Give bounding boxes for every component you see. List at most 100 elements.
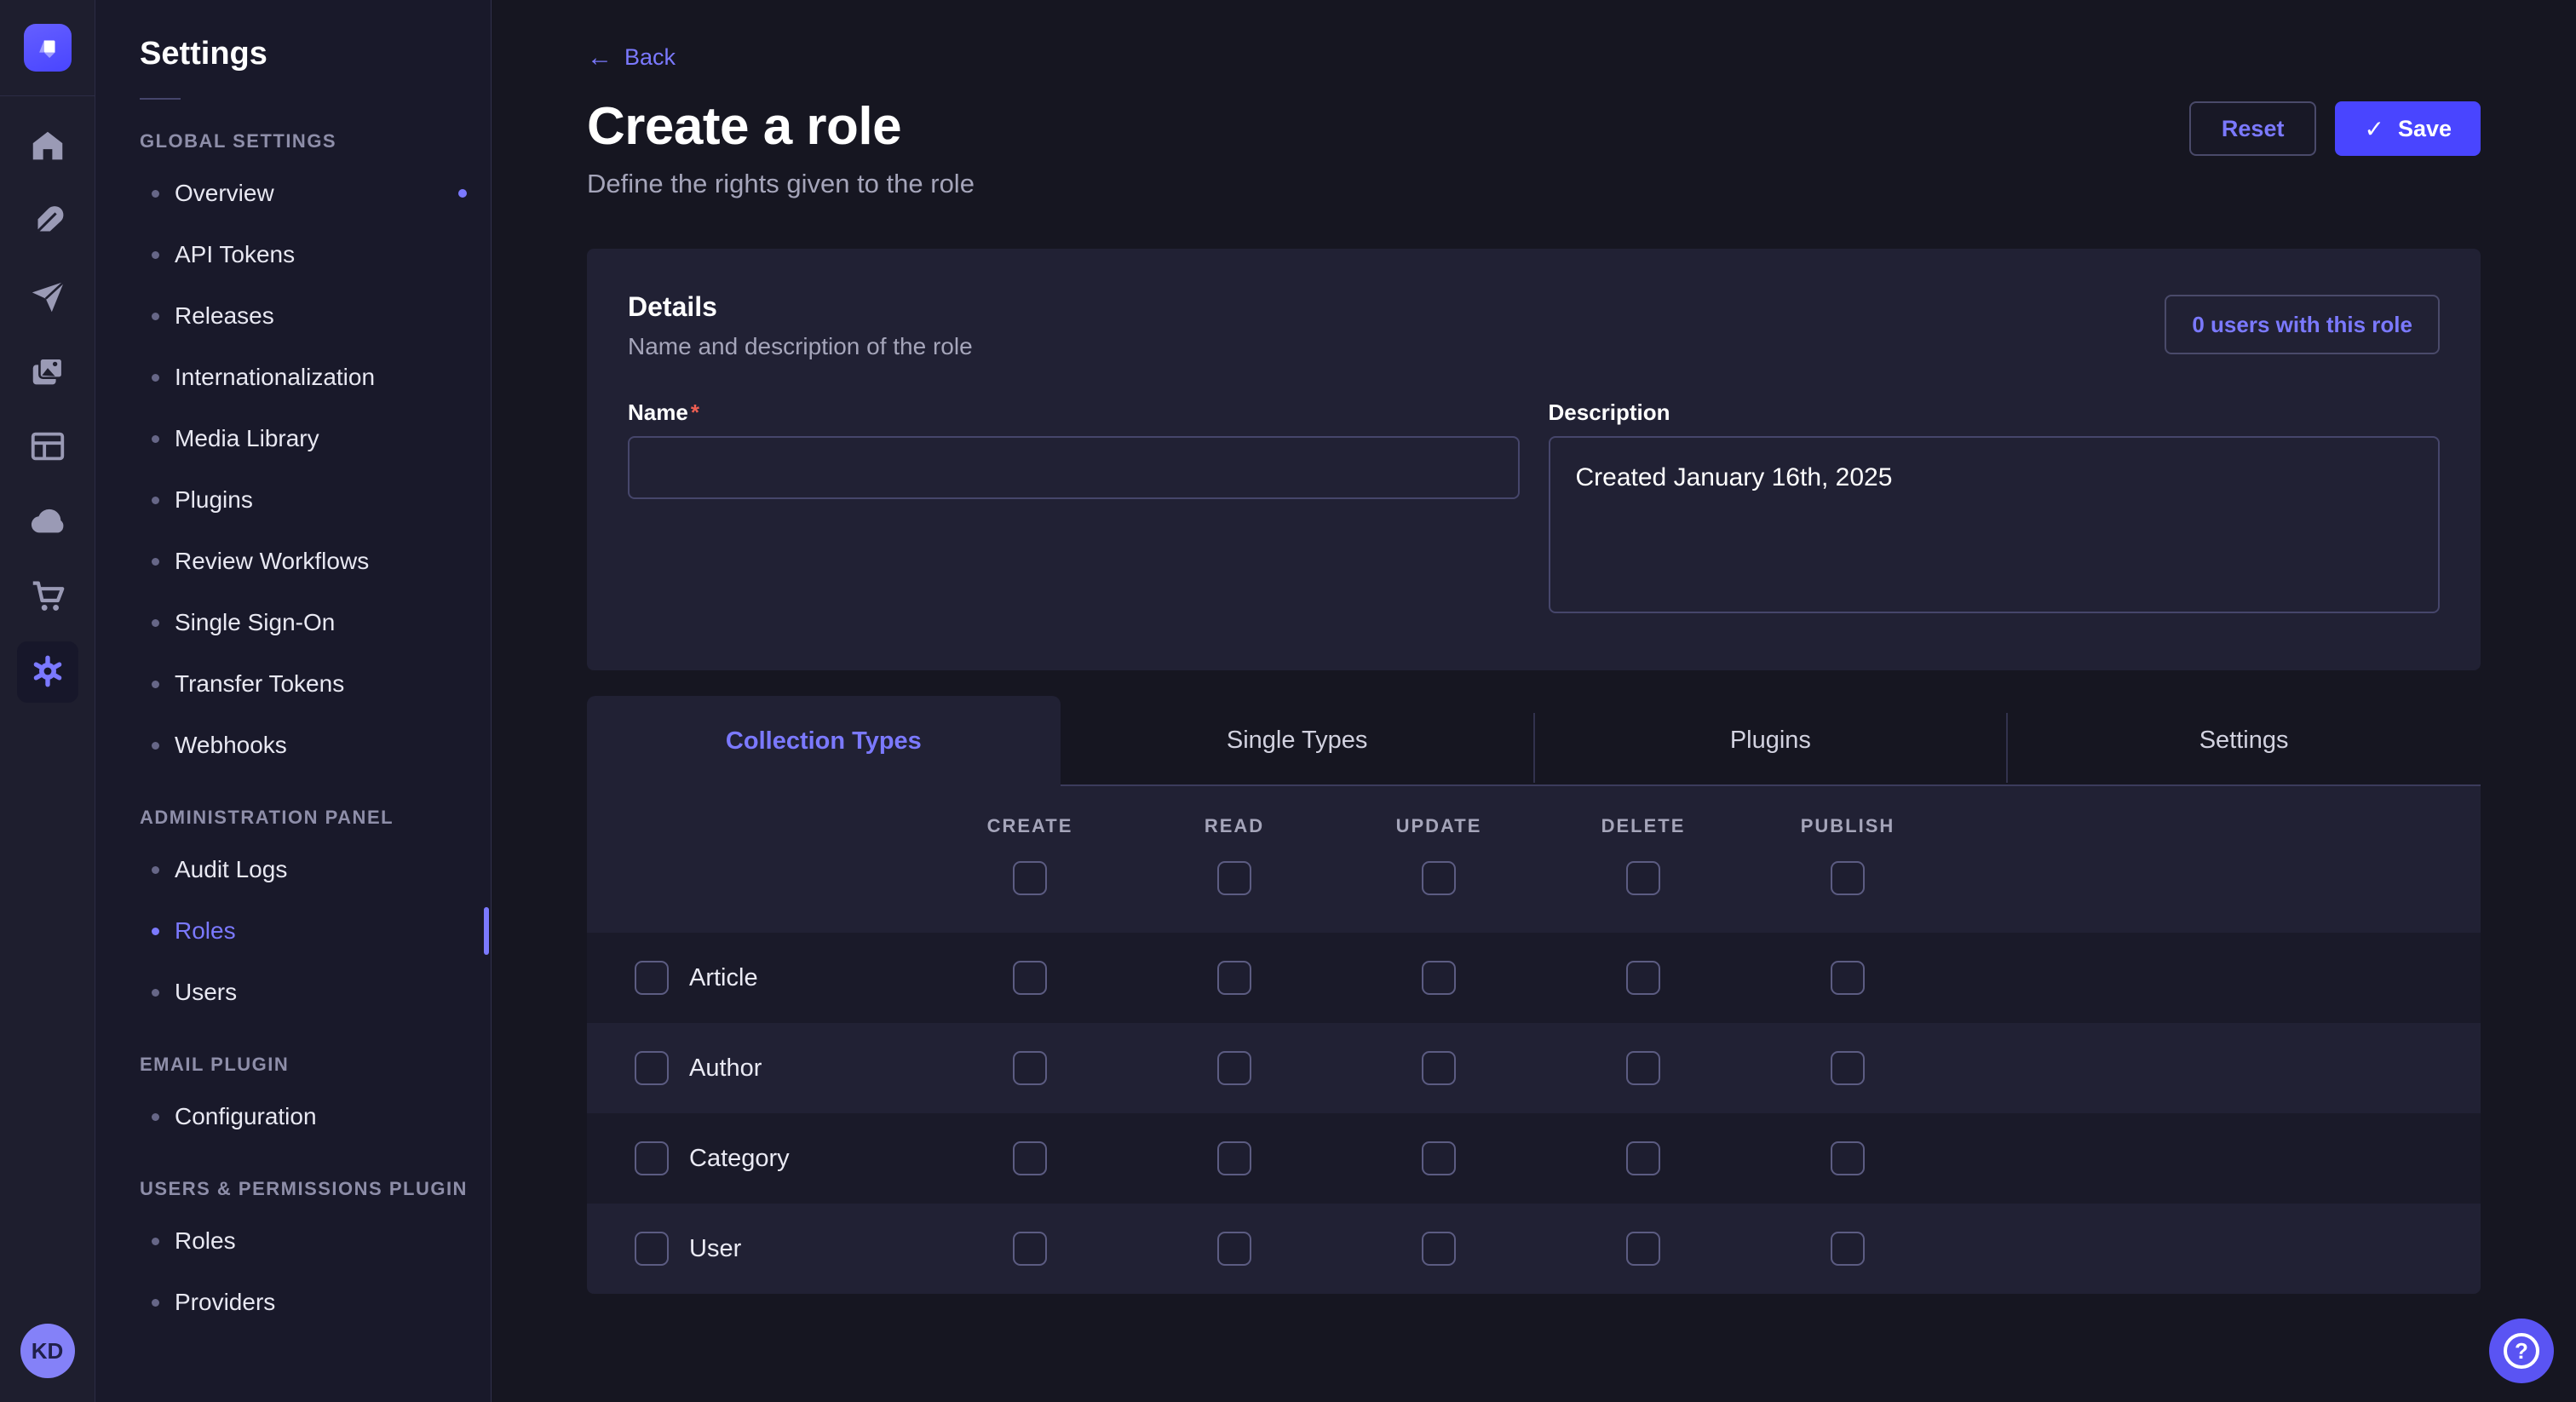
user-avatar[interactable]: KD xyxy=(20,1324,75,1378)
article-publish-checkbox[interactable] xyxy=(1831,961,1865,995)
article-delete-checkbox[interactable] xyxy=(1626,961,1660,995)
role-name-input[interactable] xyxy=(628,436,1520,499)
row-select-checkbox[interactable] xyxy=(635,1232,669,1266)
strapi-logo[interactable] xyxy=(24,24,72,72)
sidebar-item-configuration[interactable]: Configuration xyxy=(95,1086,491,1147)
category-read-checkbox[interactable] xyxy=(1217,1141,1251,1175)
sidebar-item-review-workflows[interactable]: Review Workflows xyxy=(95,531,491,592)
page-heading-block: Create a role Define the rights given to… xyxy=(587,96,975,199)
author-read-checkbox[interactable] xyxy=(1217,1051,1251,1085)
description-field-block: Description Created January 16th, 2025 xyxy=(1549,399,2441,618)
section-label: ADMINISTRATION PANEL xyxy=(95,807,491,829)
section-users-permissions-plugin: USERS & PERMISSIONS PLUGIN Roles Provide… xyxy=(95,1178,491,1333)
content-manager-button[interactable] xyxy=(17,192,78,253)
sidebar-item-overview[interactable]: Overview xyxy=(95,163,491,224)
save-button[interactable]: ✓ Save xyxy=(2335,101,2481,156)
sidebar-item-media-library[interactable]: Media Library xyxy=(95,408,491,469)
column-header-delete: DELETE xyxy=(1541,815,1745,837)
user-read-checkbox[interactable] xyxy=(1217,1232,1251,1266)
content-feather-icon xyxy=(28,202,67,244)
sidebar-item-plugins[interactable]: Plugins xyxy=(95,469,491,531)
author-update-checkbox[interactable] xyxy=(1422,1051,1456,1085)
select-all-publish-checkbox[interactable] xyxy=(1831,861,1865,895)
bullet-icon xyxy=(152,681,159,688)
logo-section xyxy=(0,0,95,96)
row-label: Article xyxy=(689,964,758,992)
article-update-checkbox[interactable] xyxy=(1422,961,1456,995)
details-title: Details xyxy=(628,291,973,323)
author-delete-checkbox[interactable] xyxy=(1626,1051,1660,1085)
sidebar-item-api-tokens[interactable]: API Tokens xyxy=(95,224,491,285)
bullet-icon xyxy=(152,497,159,504)
home-button[interactable] xyxy=(17,117,78,178)
column-header-publish: PUBLISH xyxy=(1745,815,1950,837)
tab-plugins[interactable]: Plugins xyxy=(1534,696,2008,786)
sidebar-item-internationalization[interactable]: Internationalization xyxy=(95,347,491,408)
sidebar-item-users[interactable]: Users xyxy=(95,962,491,1023)
row-select-checkbox[interactable] xyxy=(635,961,669,995)
select-all-update-checkbox[interactable] xyxy=(1422,861,1456,895)
row-select-checkbox[interactable] xyxy=(635,1141,669,1175)
bullet-icon xyxy=(152,313,159,320)
cloud-icon xyxy=(28,502,67,543)
category-delete-checkbox[interactable] xyxy=(1626,1141,1660,1175)
author-create-checkbox[interactable] xyxy=(1013,1051,1047,1085)
sidebar-item-providers[interactable]: Providers xyxy=(95,1272,491,1333)
users-with-role-button[interactable]: 0 users with this role xyxy=(2165,295,2440,354)
sidebar-item-up-roles[interactable]: Roles xyxy=(95,1210,491,1272)
details-heading-block: Details Name and description of the role xyxy=(628,291,973,360)
save-label: Save xyxy=(2398,116,2452,142)
description-label: Description xyxy=(1549,399,2441,426)
help-button[interactable]: ? xyxy=(2489,1319,2554,1383)
section-label: GLOBAL SETTINGS xyxy=(95,130,491,152)
sidebar-item-transfer-tokens[interactable]: Transfer Tokens xyxy=(95,653,491,715)
releases-button[interactable] xyxy=(17,267,78,328)
settings-gear-icon xyxy=(28,652,67,693)
media-library-icon xyxy=(28,352,67,394)
tab-single-types[interactable]: Single Types xyxy=(1061,696,1534,786)
marketplace-cart-icon xyxy=(28,577,67,618)
deployments-button[interactable] xyxy=(17,491,78,553)
sidebar-item-audit-logs[interactable]: Audit Logs xyxy=(95,839,491,900)
home-icon xyxy=(28,127,67,169)
marketplace-button[interactable] xyxy=(17,566,78,628)
sidebar-item-releases[interactable]: Releases xyxy=(95,285,491,347)
reset-button[interactable]: Reset xyxy=(2189,101,2317,156)
settings-button[interactable] xyxy=(17,641,78,703)
icon-rail: KD xyxy=(0,0,95,1402)
table-row-article: Article xyxy=(587,933,2481,1023)
back-label: Back xyxy=(624,44,676,71)
category-create-checkbox[interactable] xyxy=(1013,1141,1047,1175)
permissions-table-header: CREATE READ UPDATE DELETE PUBLISH xyxy=(587,786,2481,933)
author-publish-checkbox[interactable] xyxy=(1831,1051,1865,1085)
article-read-checkbox[interactable] xyxy=(1217,961,1251,995)
settings-subnav: Settings GLOBAL SETTINGS Overview API To… xyxy=(95,0,492,1402)
article-create-checkbox[interactable] xyxy=(1013,961,1047,995)
back-link[interactable]: ← Back xyxy=(587,44,676,71)
layout-panel-icon xyxy=(28,427,67,468)
sidebar-item-roles-active[interactable]: Roles xyxy=(95,900,491,962)
user-publish-checkbox[interactable] xyxy=(1831,1232,1865,1266)
user-create-checkbox[interactable] xyxy=(1013,1232,1047,1266)
sidebar-item-single-sign-on[interactable]: Single Sign-On xyxy=(95,592,491,653)
select-all-create-checkbox[interactable] xyxy=(1013,861,1047,895)
select-all-read-checkbox[interactable] xyxy=(1217,861,1251,895)
select-all-delete-checkbox[interactable] xyxy=(1626,861,1660,895)
category-publish-checkbox[interactable] xyxy=(1831,1141,1865,1175)
media-library-button[interactable] xyxy=(17,342,78,403)
section-label: USERS & PERMISSIONS PLUGIN xyxy=(95,1178,491,1200)
bullet-icon xyxy=(152,374,159,382)
column-header-read: READ xyxy=(1132,815,1337,837)
tab-collection-types[interactable]: Collection Types xyxy=(587,696,1061,786)
user-update-checkbox[interactable] xyxy=(1422,1232,1456,1266)
user-delete-checkbox[interactable] xyxy=(1626,1232,1660,1266)
role-description-textarea[interactable]: Created January 16th, 2025 xyxy=(1549,436,2441,613)
bullet-icon xyxy=(152,742,159,750)
category-update-checkbox[interactable] xyxy=(1422,1141,1456,1175)
column-header-update: UPDATE xyxy=(1337,815,1541,837)
row-select-checkbox[interactable] xyxy=(635,1051,669,1085)
sidebar-item-webhooks[interactable]: Webhooks xyxy=(95,715,491,776)
content-type-builder-button[interactable] xyxy=(17,417,78,478)
bullet-icon xyxy=(152,558,159,566)
tab-settings[interactable]: Settings xyxy=(2007,696,2481,786)
